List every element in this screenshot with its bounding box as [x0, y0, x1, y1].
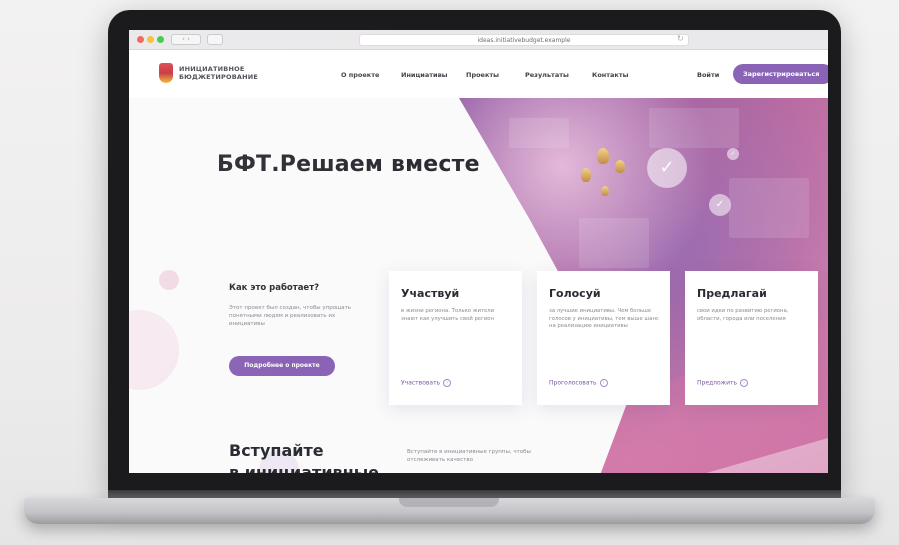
laptop-base [24, 498, 875, 524]
nav-initiatives[interactable]: Инициативы [401, 71, 448, 79]
site-header: ИНИЦИАТИВНОЕ БЮДЖЕТИРОВАНИЕ О проекте Ин… [129, 50, 828, 98]
check-badge-icon: ✓ [647, 148, 687, 188]
logo-emblem-icon[interactable] [159, 63, 173, 83]
nav-about[interactable]: О проекте [341, 71, 379, 79]
more-about-project-button[interactable]: Подробнее о проекте [229, 356, 335, 376]
city-building [579, 218, 649, 268]
arrow-right-icon: › [599, 379, 608, 387]
nav-projects[interactable]: Проекты [466, 71, 499, 79]
arrow-right-icon: › [740, 379, 749, 387]
church-dome [581, 168, 591, 182]
card-propose[interactable]: Предлагай свои идеи по развитию региона,… [685, 271, 818, 405]
laptop-screen: ‹ › ideas.initiativebudget.example ↻ ✓ ✓… [129, 30, 828, 473]
city-building [729, 178, 809, 238]
maximize-window-icon[interactable] [157, 36, 164, 43]
card-participate[interactable]: Участвуй в жизни региона. Только жители … [389, 271, 522, 405]
close-window-icon[interactable] [137, 36, 144, 43]
minimize-window-icon[interactable] [147, 36, 154, 43]
card-vote[interactable]: Голосуй за лучшие инициативы. Чем больше… [537, 271, 670, 405]
card-action-link[interactable]: Предложить › [697, 379, 749, 387]
login-link[interactable]: Войти [697, 71, 719, 79]
logo-line-1: ИНИЦИАТИВНОЕ [179, 65, 245, 73]
decorative-circle [159, 270, 179, 290]
browser-toolbar: ‹ › ideas.initiativebudget.example ↻ [129, 30, 828, 50]
card-action-link[interactable]: Проголосовать › [549, 379, 608, 387]
address-bar[interactable]: ideas.initiativebudget.example [359, 34, 689, 46]
register-button[interactable]: Зарегистрироваться [733, 64, 828, 84]
back-forward-buttons[interactable]: ‹ › [171, 34, 201, 45]
hero-title: БФТ.Решаем вместе [217, 152, 480, 177]
nav-results[interactable]: Результаты [525, 71, 569, 79]
how-it-works-title: Как это работает? [229, 283, 320, 293]
laptop-base-notch [399, 498, 499, 507]
check-badge-icon: ✓ [727, 148, 739, 160]
site-logo[interactable]: ИНИЦИАТИВНОЕ БЮДЖЕТИРОВАНИЕ [179, 65, 258, 81]
city-building [649, 108, 739, 148]
card-action-link[interactable]: Участвовать › [401, 379, 452, 387]
join-title-line-1: Вступайте [229, 441, 324, 460]
city-building [509, 118, 569, 148]
card-action-label: Предложить [697, 379, 738, 387]
how-it-works-text: Этот проект был создан, чтобы упрощать п… [229, 305, 352, 327]
laptop-hinge [108, 490, 841, 498]
church-dome [615, 160, 625, 173]
card-title: Участвуй [401, 287, 460, 300]
card-action-label: Проголосовать [549, 379, 597, 387]
join-section-text: Вступайте в инициативные группы, чтобы о… [407, 449, 531, 463]
check-badge-icon: ✓ [709, 194, 731, 216]
sidebar-toggle-button[interactable] [207, 34, 223, 45]
church-dome [601, 186, 609, 196]
card-title: Голосуй [549, 287, 601, 300]
card-action-label: Участвовать [401, 379, 441, 387]
arrow-right-icon: › [443, 379, 452, 387]
card-text: за лучшие инициативы. Чем больше голосов… [549, 308, 659, 329]
reload-icon[interactable]: ↻ [677, 34, 684, 43]
logo-line-2: БЮДЖЕТИРОВАНИЕ [179, 73, 259, 81]
church-dome [597, 148, 609, 164]
card-title: Предлагай [697, 287, 767, 300]
card-text: свои идеи по развитию региона, области, … [697, 308, 789, 322]
card-text: в жизни региона. Только жители знают как… [401, 308, 495, 322]
nav-contacts[interactable]: Контакты [592, 71, 628, 79]
join-section-title: Вступайте в инициативные [229, 440, 379, 473]
join-title-line-2: в инициативные [229, 463, 380, 473]
